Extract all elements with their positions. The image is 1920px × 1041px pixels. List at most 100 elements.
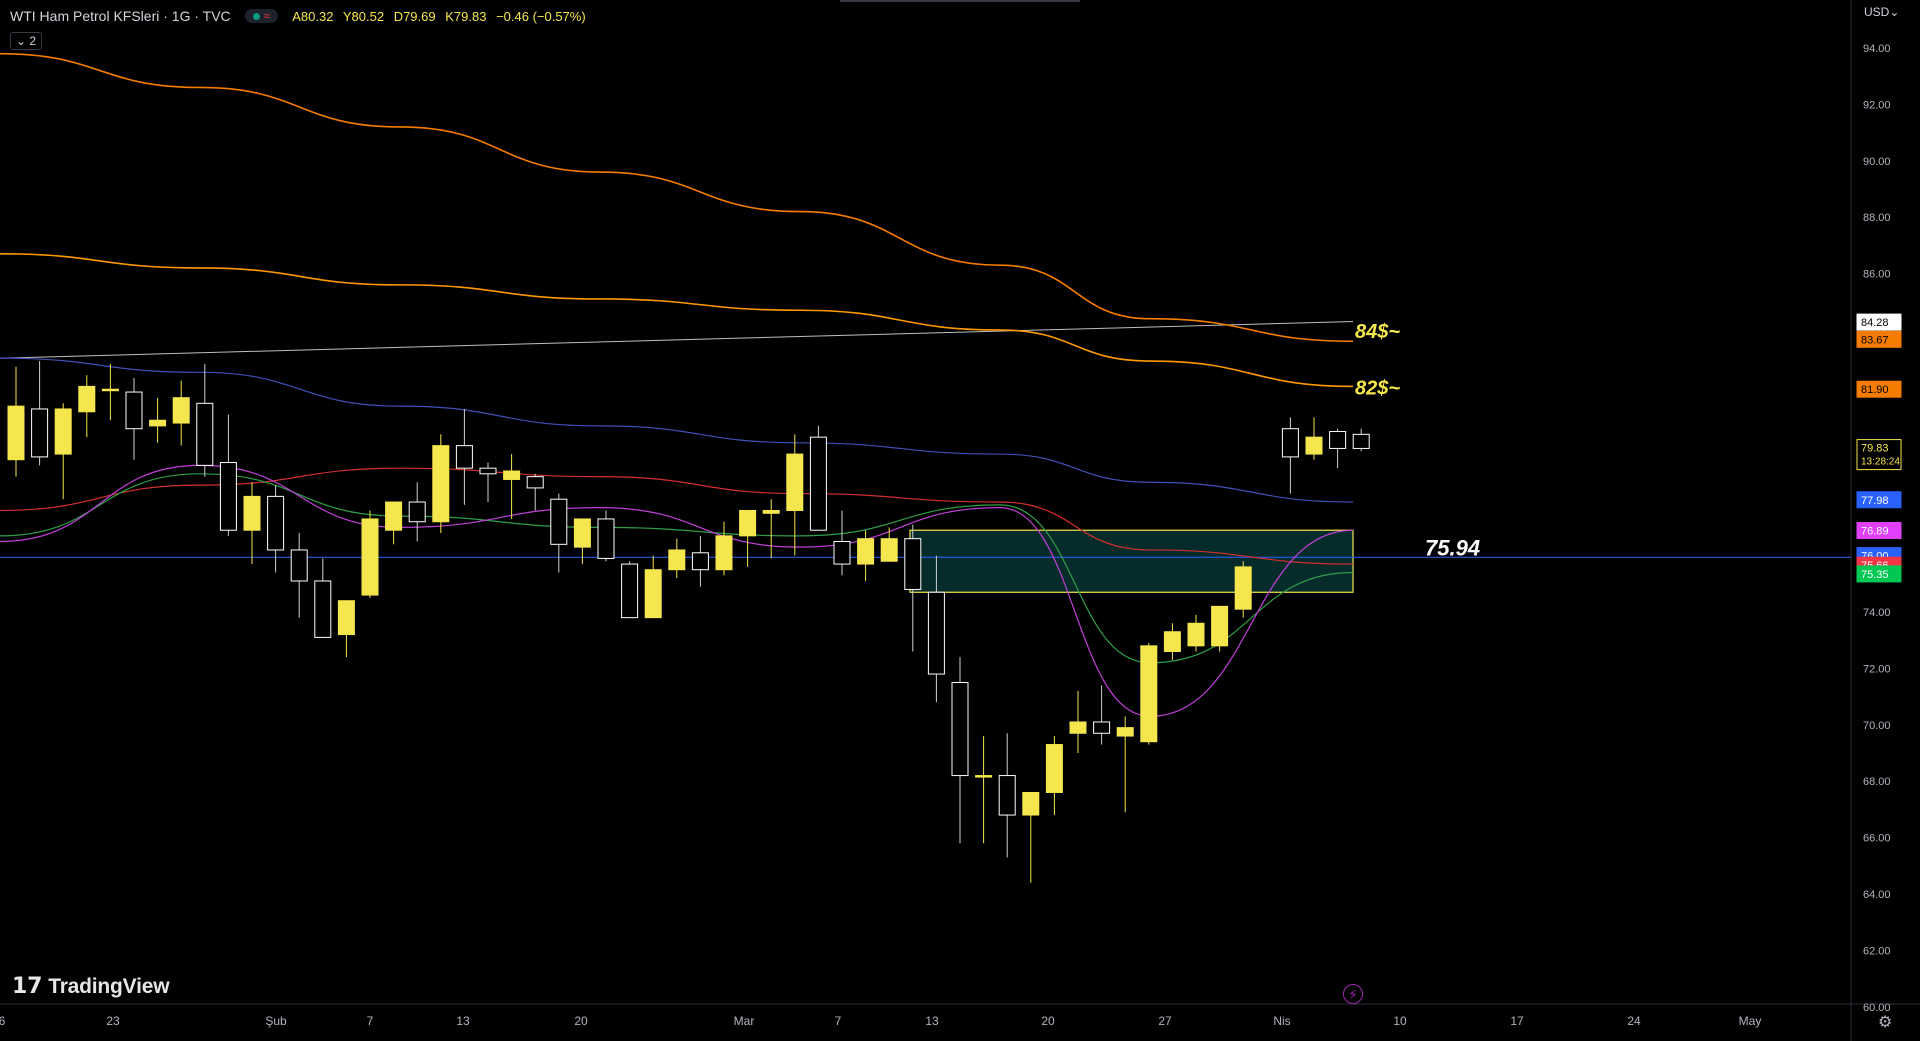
- price-chart[interactable]: 84$~ 82$~ 75.94 94.00 92.00 90.00 88.00 86.00 84…: [0, 0, 1920, 1041]
- tradingview-logo[interactable]: 17 TradingView: [12, 974, 170, 999]
- candle[interactable]: [503, 470, 521, 480]
- gear-icon[interactable]: ⚙: [1878, 1012, 1892, 1032]
- price-tick-label: 70.00: [1863, 720, 1891, 732]
- candle[interactable]: [455, 445, 473, 469]
- candle[interactable]: [1211, 605, 1229, 647]
- ma-200-line[interactable]: [0, 52, 1354, 343]
- candle[interactable]: [1281, 428, 1299, 458]
- candle[interactable]: [196, 402, 214, 466]
- flash-icon[interactable]: ⚡: [1343, 984, 1363, 1004]
- candle[interactable]: [1093, 721, 1111, 734]
- candle[interactable]: [715, 535, 733, 571]
- open-value: A80.32: [292, 8, 334, 24]
- price-tick-label: 94.00: [1863, 43, 1891, 55]
- price-tag-label: 84.28: [1861, 317, 1889, 329]
- time-tick-label: 20: [1041, 1014, 1055, 1028]
- time-tick-label: 10: [1393, 1014, 1407, 1028]
- annotation-label[interactable]: 84$~: [1355, 321, 1400, 343]
- candle[interactable]: [550, 498, 568, 545]
- candle[interactable]: [1234, 566, 1252, 610]
- candle[interactable]: [31, 408, 49, 458]
- time-tick-label: 23: [106, 1014, 120, 1028]
- candle[interactable]: [361, 518, 379, 596]
- candle[interactable]: [1163, 631, 1181, 652]
- candle[interactable]: [644, 569, 662, 619]
- tv-logo-icon: 17: [12, 974, 43, 999]
- candle[interactable]: [267, 495, 285, 551]
- time-tick-label: Nis: [1273, 1014, 1290, 1028]
- candle[interactable]: [78, 385, 96, 413]
- candle[interactable]: [1187, 622, 1205, 647]
- candle[interactable]: [526, 476, 544, 489]
- market-status[interactable]: ≈: [244, 9, 279, 23]
- candle[interactable]: [833, 541, 851, 565]
- time-tick-label: 17: [1510, 1014, 1524, 1028]
- price-tick-label: 62.00: [1863, 945, 1891, 957]
- candle[interactable]: [101, 388, 119, 392]
- candle[interactable]: [668, 549, 686, 571]
- time-tick-label: Şub: [265, 1014, 287, 1028]
- time-tick-label: 6: [0, 1014, 6, 1028]
- price-tick-label: 88.00: [1863, 212, 1891, 224]
- candle[interactable]: [573, 518, 591, 548]
- chart-scroll-handle[interactable]: [840, 0, 1080, 2]
- candle[interactable]: [1045, 744, 1063, 793]
- candle[interactable]: [172, 397, 190, 424]
- candle[interactable]: [1022, 791, 1040, 816]
- candle[interactable]: [54, 408, 72, 455]
- candle[interactable]: [809, 436, 827, 531]
- currency-selector[interactable]: USD⌄: [1864, 5, 1899, 19]
- candle[interactable]: [857, 538, 875, 565]
- annotation-label[interactable]: 75.94: [1425, 535, 1480, 560]
- close-value: K79.83: [445, 8, 487, 24]
- price-tag-label: 76.89: [1861, 526, 1889, 538]
- candle[interactable]: [1305, 436, 1323, 455]
- candle[interactable]: [998, 775, 1016, 816]
- change-value: −0.46 (−0.57%): [496, 8, 586, 24]
- candle[interactable]: [739, 509, 757, 537]
- candle[interactable]: [904, 538, 922, 590]
- price-tag-label: 75.35: [1861, 569, 1889, 581]
- candle[interactable]: [1069, 721, 1087, 734]
- candle[interactable]: [975, 775, 993, 778]
- candle[interactable]: [408, 501, 426, 523]
- wave-icon: ≈: [263, 9, 271, 23]
- candle[interactable]: [290, 549, 308, 582]
- candle[interactable]: [762, 509, 780, 514]
- price-tick-label: 74.00: [1863, 607, 1891, 619]
- price-tag-label: 79.83: [1861, 443, 1889, 455]
- candle[interactable]: [621, 563, 639, 619]
- candle[interactable]: [7, 405, 25, 461]
- indicators-toggle-button[interactable]: ⌄ 2: [10, 32, 43, 50]
- candle[interactable]: [927, 591, 945, 675]
- price-tag-label: 81.90: [1861, 384, 1889, 396]
- price-tag-label: 77.98: [1861, 495, 1889, 507]
- candle[interactable]: [1329, 431, 1347, 449]
- candle[interactable]: [880, 538, 898, 562]
- candle[interactable]: [1352, 433, 1370, 449]
- ma-100-line[interactable]: [0, 253, 1354, 388]
- candle[interactable]: [385, 501, 403, 531]
- candle[interactable]: [479, 467, 497, 475]
- time-tick-label: 24: [1627, 1014, 1641, 1028]
- annotation-label[interactable]: 82$~: [1355, 377, 1400, 399]
- trendline[interactable]: [0, 321, 1354, 359]
- candle[interactable]: [951, 682, 969, 777]
- price-tick-label: 92.00: [1863, 99, 1891, 111]
- candle[interactable]: [1140, 645, 1158, 743]
- candle[interactable]: [1116, 727, 1134, 737]
- candle[interactable]: [432, 445, 450, 523]
- time-tick-label: 13: [925, 1014, 939, 1028]
- symbol-title[interactable]: WTI Ham Petrol KFSleri · 1G · TVC: [10, 8, 231, 24]
- candle[interactable]: [219, 462, 237, 531]
- candle[interactable]: [786, 453, 804, 511]
- time-tick-label: 27: [1158, 1014, 1172, 1028]
- candle[interactable]: [337, 600, 355, 636]
- candle[interactable]: [597, 518, 615, 559]
- time-tick-label: Mar: [734, 1014, 755, 1028]
- candle[interactable]: [125, 391, 143, 430]
- candle[interactable]: [243, 495, 261, 531]
- candle[interactable]: [149, 419, 167, 427]
- candle[interactable]: [691, 552, 709, 571]
- candle[interactable]: [314, 580, 332, 638]
